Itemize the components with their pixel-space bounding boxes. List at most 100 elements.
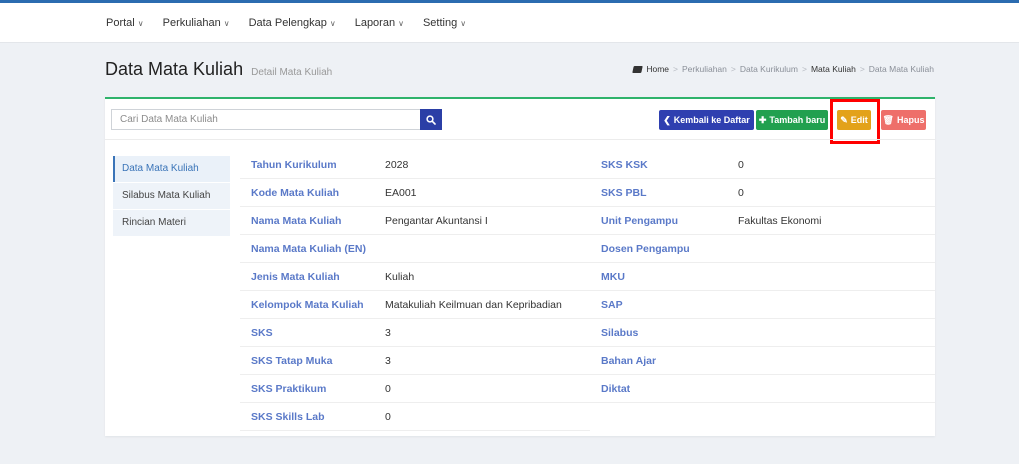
chevron-down-icon: ∨ <box>398 19 404 28</box>
chevron-down-icon: ∨ <box>329 19 336 28</box>
detail-row: SKS PBL 0 <box>590 179 935 207</box>
nav-item-portal[interactable]: Portal ∨ <box>106 17 144 29</box>
breadcrumb-home[interactable]: Home <box>646 64 669 74</box>
nav-item-label: Laporan <box>354 17 396 29</box>
search-group <box>111 109 442 130</box>
detail-label: Jenis Mata Kuliah <box>251 270 340 283</box>
edit-button-label: Edit <box>850 115 868 125</box>
detail-row: SAP <box>590 291 935 319</box>
edit-button[interactable]: ✎ Edit <box>837 110 871 130</box>
breadcrumb-separator: > <box>859 64 865 74</box>
search-input[interactable] <box>111 109 420 130</box>
detail-label: Kode Mata Kuliah <box>251 186 340 199</box>
detail-row: SKS Praktikum 0 <box>240 375 590 403</box>
chevron-left-icon: ❮ <box>663 114 671 125</box>
detail-value: Matakuliah Keilmuan dan Kepribadian <box>385 298 562 311</box>
plus-icon: ✚ <box>758 114 767 125</box>
nav-item-label: Data Pelengkap <box>248 17 327 29</box>
detail-label: Tahun Kurikulum <box>251 158 337 171</box>
detail-label: Kelompok Mata Kuliah <box>251 298 364 311</box>
detail-value: 3 <box>385 326 391 339</box>
detail-row: SKS Tatap Muka 3 <box>240 347 590 375</box>
detail-row: Unit Pengampu Fakultas Ekonomi <box>590 207 935 235</box>
chevron-down-icon: ∨ <box>137 19 144 28</box>
detail-row: SKS KSK 0 <box>590 151 935 179</box>
detail-row: Bahan Ajar <box>590 347 935 375</box>
detail-label: SKS PBL <box>601 186 647 199</box>
breadcrumb: Home > Perkuliahan > Data Kurikulum > Ma… <box>632 64 934 74</box>
detail-row: Nama Mata Kuliah (EN) <box>240 235 590 263</box>
breadcrumb-data-kurikulum[interactable]: Data Kurikulum <box>740 64 798 74</box>
breadcrumb-separator: > <box>730 64 736 74</box>
back-button-label: Kembali ke Daftar <box>673 115 750 125</box>
delete-button-label: Hapus <box>896 115 925 125</box>
search-icon <box>426 114 436 125</box>
nav-item-laporan[interactable]: Laporan ∨ <box>355 17 404 29</box>
detail-value: 3 <box>385 354 391 367</box>
search-button[interactable] <box>420 109 442 130</box>
detail-label: Bahan Ajar <box>601 354 657 367</box>
detail-value: Pengantar Akuntansi I <box>385 214 488 227</box>
detail-row: SKS Skills Lab 0 <box>240 403 590 431</box>
breadcrumb-mata-kuliah[interactable]: Mata Kuliah <box>811 64 856 74</box>
page-title: Data Mata Kuliah Detail Mata Kuliah <box>105 59 332 80</box>
breadcrumb-separator: > <box>673 64 678 74</box>
detail-value: 2028 <box>385 158 409 171</box>
trash-icon: 🗑 <box>882 114 894 125</box>
detail-row: Silabus <box>590 319 935 347</box>
page-title-text: Data Mata Kuliah <box>105 59 244 79</box>
add-button-label: Tambah baru <box>769 115 826 125</box>
detail-value: 0 <box>738 158 744 171</box>
nav-item-label: Portal <box>106 17 135 29</box>
detail-value: 0 <box>385 410 391 423</box>
top-nav-menu: Portal ∨ Perkuliahan ∨ Data Pelengkap ∨ Lap… <box>106 17 485 29</box>
detail-label: SKS Skills Lab <box>251 410 325 423</box>
detail-table-left: Tahun Kurikulum 2028 Kode Mata Kuliah EA00… <box>240 151 590 431</box>
detail-value: 0 <box>385 382 391 395</box>
side-item-rincian-materi[interactable]: Rincian Materi <box>113 210 230 236</box>
breadcrumb-separator: > <box>801 64 807 74</box>
delete-button[interactable]: 🗑 Hapus <box>881 110 926 130</box>
detail-label: Unit Pengampu <box>601 214 679 227</box>
detail-label: SKS Praktikum <box>251 382 327 395</box>
detail-row: Tahun Kurikulum 2028 <box>240 151 590 179</box>
detail-row: Kelompok Mata Kuliah Matakuliah Keilmuan … <box>240 291 590 319</box>
nav-item-perkuliahan[interactable]: Perkuliahan ∨ <box>163 17 230 29</box>
back-to-list-button[interactable]: ❮ Kembali ke Daftar <box>659 110 754 130</box>
detail-label: Nama Mata Kuliah (EN) <box>251 242 366 255</box>
breadcrumb-perkuliahan[interactable]: Perkuliahan <box>682 64 727 74</box>
top-navbar: Portal ∨ Perkuliahan ∨ Data Pelengkap ∨ Lap… <box>0 0 1019 43</box>
card-divider <box>105 139 935 140</box>
detail-label: SKS KSK <box>601 158 648 171</box>
detail-side-nav: Data Mata Kuliah Silabus Mata Kuliah Rin… <box>113 156 230 236</box>
detail-label: Dosen Pengampu <box>601 242 690 255</box>
chevron-down-icon: ∨ <box>223 19 230 28</box>
page-subtitle: Detail Mata Kuliah <box>251 67 333 78</box>
pencil-icon: ✎ <box>840 114 848 125</box>
detail-label: Nama Mata Kuliah <box>251 214 342 227</box>
side-item-silabus-mata-kuliah[interactable]: Silabus Mata Kuliah <box>113 183 230 209</box>
chevron-down-icon: ∨ <box>460 19 467 28</box>
nav-item-label: Setting <box>422 17 458 29</box>
detail-row: Nama Mata Kuliah Pengantar Akuntansi I <box>240 207 590 235</box>
detail-row: Jenis Mata Kuliah Kuliah <box>240 263 590 291</box>
detail-label: SKS <box>251 326 273 339</box>
nav-item-data-pelengkap[interactable]: Data Pelengkap ∨ <box>249 17 336 29</box>
add-new-button[interactable]: ✚ Tambah baru <box>756 110 828 130</box>
detail-table-right: SKS KSK 0 SKS PBL 0 Unit Pengampu Fakultas … <box>590 151 935 403</box>
nav-item-label: Perkuliahan <box>162 17 221 29</box>
detail-row: Dosen Pengampu <box>590 235 935 263</box>
nav-item-setting[interactable]: Setting ∨ <box>423 17 466 29</box>
detail-row: MKU <box>590 263 935 291</box>
side-item-data-mata-kuliah[interactable]: Data Mata Kuliah <box>113 156 230 182</box>
detail-row: Diktat <box>590 375 935 403</box>
detail-label: SAP <box>601 298 623 311</box>
detail-value: EA001 <box>385 186 417 199</box>
detail-label: Silabus <box>601 326 639 339</box>
detail-row: SKS 3 <box>240 319 590 347</box>
detail-row: Kode Mata Kuliah EA001 <box>240 179 590 207</box>
breadcrumb-current: Data Mata Kuliah <box>868 64 934 74</box>
detail-card: ❮ Kembali ke Daftar ✚ Tambah baru ✎ Edit… <box>105 97 935 436</box>
detail-value: Kuliah <box>385 270 415 283</box>
detail-value: 0 <box>738 186 744 199</box>
